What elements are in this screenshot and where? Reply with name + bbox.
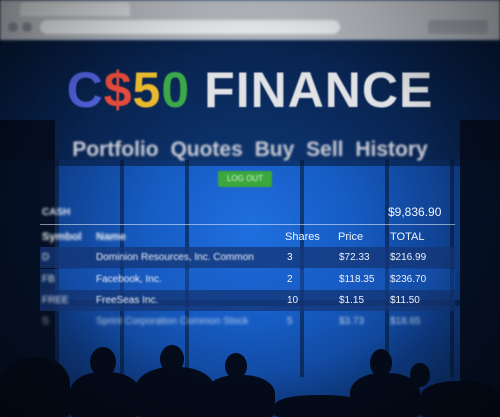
cell-shares: 10 [287,295,299,306]
logout-button[interactable]: LOG OUT [218,171,272,187]
header-symbol: Symbol [42,231,82,243]
cell-symbol: FREE [42,295,69,306]
silhouette [350,373,420,417]
nav-item-quotes[interactable]: Quotes [170,138,242,161]
header-name: Name [96,231,126,243]
silhouette [410,363,430,387]
header-price: Price [338,231,364,243]
cell-price: $3.73 [339,316,365,327]
cell-shares: 5 [287,316,293,327]
cell-total: $18.65 [390,316,421,327]
logo-letter: C [66,62,104,118]
nav-item-sell[interactable]: Sell [306,138,343,161]
table-row: FREE FreeSeas Inc. 10 $1.15 $11.50 [40,290,455,311]
main-nav: Portfolio Quotes Buy Sell History [0,138,500,162]
cell-symbol: S [42,316,49,327]
cell-price: $118.35 [339,274,375,285]
header-shares: Shares [285,231,320,243]
logo-letter: 5 [132,62,162,118]
browser-chrome [0,0,500,40]
nav-item-buy[interactable]: Buy [255,138,295,161]
browser-toolbar-icons[interactable] [428,20,488,34]
silhouette [70,372,140,417]
silhouette [420,381,500,417]
forward-icon[interactable] [22,22,32,32]
header-total: TOTAL [390,231,425,243]
divider [40,224,455,225]
logo-word: FINANCE [204,62,434,118]
table-row: D Dominion Resources, Inc. Common 3 $72.… [40,247,455,268]
back-icon[interactable] [8,22,18,32]
table-header: Symbol Name Shares Price TOTAL [0,228,500,248]
cell-price: $72.33 [339,252,370,263]
nav-item-history[interactable]: History [355,138,427,161]
silhouette [0,357,70,417]
table-row: FB Facebook, Inc. 2 $118.35 $236.70 [40,269,455,290]
browser-tab[interactable] [20,2,130,16]
cell-name: Facebook, Inc. [96,274,162,285]
silhouette [205,375,275,417]
logo-letter: $ [103,62,133,118]
cell-name: FreeSeas Inc. [96,295,159,306]
cash-value: $9,836.90 [388,205,442,219]
cash-label: CASH [42,207,71,218]
logo-letter: 0 [161,62,191,118]
cell-price: $1.15 [339,295,365,306]
audience-silhouettes [0,327,500,417]
cell-shares: 3 [287,252,293,263]
cell-name: Sprint Corporation Common Stock [96,316,249,327]
silhouette [135,367,215,417]
cell-shares: 2 [287,274,293,285]
cell-total: $11.50 [390,295,420,306]
cell-total: $236.70 [390,274,427,285]
cell-name: Dominion Resources, Inc. Common [96,252,254,263]
cell-symbol: FB [42,274,55,285]
cell-symbol: D [42,252,50,263]
cell-total: $216.99 [390,252,427,263]
address-bar[interactable] [40,20,340,34]
site-logo[interactable]: C$50 FINANCE [0,60,500,120]
nav-item-portfolio[interactable]: Portfolio [72,138,158,161]
